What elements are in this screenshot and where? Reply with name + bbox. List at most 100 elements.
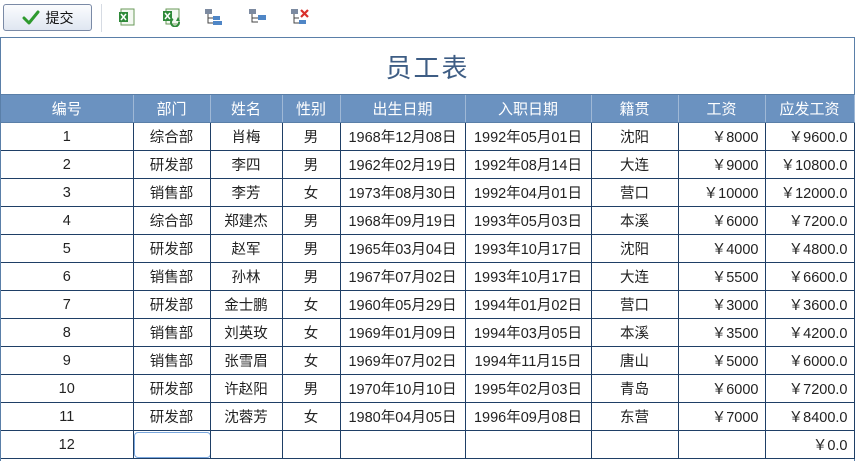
cell-hometown[interactable] [591, 430, 679, 459]
cell-id[interactable]: 5 [1, 234, 134, 263]
cell-id[interactable]: 11 [1, 402, 134, 431]
table-row[interactable]: 5 研发部 赵军男 1965年03月04日 1993年10月17日 沈阳 ￥4000 ￥480… [1, 234, 855, 263]
cell-department[interactable]: 研发部 [133, 234, 211, 263]
cell-gender[interactable]: 女 [282, 318, 341, 347]
cell-hometown[interactable]: 东营 [591, 402, 679, 431]
table-row[interactable]: 7 研发部 金士鹏女 1960年05月29日 1994年01月02日 营口 ￥3000 ￥36… [1, 290, 855, 319]
cell-name[interactable]: 许赵阳 [210, 374, 283, 403]
cell-hometown[interactable]: 唐山 [591, 346, 679, 375]
column-header-payable-salary[interactable]: 应发工资 [765, 95, 855, 123]
table-row[interactable]: 6 销售部 孙林男 1967年07月02日 1993年10月17日 大连 ￥5500 ￥660… [1, 262, 855, 291]
cell-hire-date[interactable]: 1992年04月01日 [465, 178, 592, 207]
cell-birth-date[interactable]: 1980年04月05日 [340, 402, 466, 431]
table-row[interactable]: 1 综合部 肖梅男 1968年12月08日 1992年05月01日 沈阳 ￥8000 ￥960… [1, 122, 855, 151]
cell-name[interactable]: 张雪眉 [210, 346, 283, 375]
cell-hire-date[interactable]: 1993年05月03日 [465, 206, 592, 235]
cell-department[interactable]: 销售部 [133, 262, 211, 291]
cell-id[interactable]: 8 [1, 318, 134, 347]
cell-id[interactable]: 2 [1, 150, 134, 179]
cell-name[interactable]: 郑建杰 [210, 206, 283, 235]
cell-department[interactable] [133, 430, 211, 459]
cell-hometown[interactable]: 营口 [591, 290, 679, 319]
table-row[interactable]: 8 销售部 刘英玫女 1969年01月09日 1994年03月05日 本溪 ￥3500 ￥42… [1, 318, 855, 347]
column-header-department[interactable]: 部门 [133, 95, 211, 123]
cell-name[interactable] [210, 430, 283, 459]
cell-gender[interactable]: 男 [282, 374, 341, 403]
cell-id[interactable]: 12 [1, 430, 134, 459]
cell-hometown[interactable]: 沈阳 [591, 122, 679, 151]
cell-department[interactable]: 综合部 [133, 206, 211, 235]
cell-department[interactable]: 销售部 [133, 318, 211, 347]
cell-birth-date[interactable]: 1970年10月10日 [340, 374, 466, 403]
cell-hometown[interactable]: 本溪 [591, 206, 679, 235]
cell-department[interactable]: 研发部 [133, 290, 211, 319]
cell-birth-date[interactable]: 1968年12月08日 [340, 122, 466, 151]
cell-payable-salary[interactable]: ￥12000.0 [765, 178, 855, 207]
cell-id[interactable]: 9 [1, 346, 134, 375]
table-row[interactable]: 4 综合部 郑建杰男 1968年09月19日 1993年05月03日 本溪 ￥6000 ￥72… [1, 206, 855, 235]
cell-id[interactable]: 6 [1, 262, 134, 291]
cell-hire-date[interactable]: 1993年10月17日 [465, 234, 592, 263]
cell-salary[interactable]: ￥3000 [678, 290, 766, 319]
cell-salary[interactable]: ￥3500 [678, 318, 766, 347]
cell-payable-salary[interactable]: ￥4800.0 [765, 234, 855, 263]
cell-salary[interactable]: ￥4000 [678, 234, 766, 263]
cell-name[interactable]: 孙林 [210, 262, 283, 291]
cell-hire-date[interactable]: 1992年08月14日 [465, 150, 592, 179]
cell-gender[interactable]: 男 [282, 206, 341, 235]
cell-birth-date[interactable]: 1967年07月02日 [340, 262, 466, 291]
cell-gender[interactable]: 男 [282, 262, 341, 291]
cell-payable-salary[interactable]: ￥10800.0 [765, 150, 855, 179]
table-row[interactable]: 11 研发部 沈蓉芳女 1980年04月05日 1996年09月08日 东营 ￥7000 ￥8… [1, 402, 855, 431]
cell-id[interactable]: 10 [1, 374, 134, 403]
cell-hire-date[interactable]: 1995年02月03日 [465, 374, 592, 403]
column-header-birth-date[interactable]: 出生日期 [340, 95, 466, 123]
cell-hometown[interactable]: 沈阳 [591, 234, 679, 263]
cell-salary[interactable]: ￥8000 [678, 122, 766, 151]
cell-id[interactable]: 1 [1, 122, 134, 151]
cell-birth-date[interactable]: 1973年08月30日 [340, 178, 466, 207]
cell-hire-date[interactable]: 1994年11月15日 [465, 346, 592, 375]
cell-payable-salary[interactable]: ￥6600.0 [765, 262, 855, 291]
column-header-gender[interactable]: 性别 [282, 95, 341, 123]
cell-hire-date[interactable]: 1994年03月05日 [465, 318, 592, 347]
cell-gender[interactable]: 男 [282, 234, 341, 263]
column-header-salary[interactable]: 工资 [678, 95, 766, 123]
cell-birth-date[interactable]: 1960年05月29日 [340, 290, 466, 319]
table-row[interactable]: 9 销售部 张雪眉女 1969年07月02日 1994年11月15日 唐山 ￥5000 ￥60… [1, 346, 855, 375]
cell-gender[interactable]: 男 [282, 122, 341, 151]
cell-department[interactable]: 销售部 [133, 178, 211, 207]
cell-hire-date[interactable]: 1994年01月02日 [465, 290, 592, 319]
cell-birth-date[interactable] [340, 430, 466, 459]
cell-gender[interactable]: 男 [282, 150, 341, 179]
cell-name[interactable]: 李四 [210, 150, 283, 179]
cell-salary[interactable]: ￥9000 [678, 150, 766, 179]
cell-payable-salary[interactable]: ￥4200.0 [765, 318, 855, 347]
cell-payable-salary[interactable]: ￥0.0 [765, 430, 855, 459]
column-header-name[interactable]: 姓名 [210, 95, 283, 123]
table-row[interactable]: 3 销售部 李芳女 1973年08月30日 1992年04月01日 营口 ￥10000 ￥12… [1, 178, 855, 207]
cell-payable-salary[interactable]: ￥7200.0 [765, 206, 855, 235]
cell-birth-date[interactable]: 1969年01月09日 [340, 318, 466, 347]
cell-hometown[interactable]: 大连 [591, 150, 679, 179]
cell-name[interactable]: 金士鹏 [210, 290, 283, 319]
cell-salary[interactable]: ￥5500 [678, 262, 766, 291]
excel-export-icon[interactable] [118, 7, 138, 27]
cell-payable-salary[interactable]: ￥8400.0 [765, 402, 855, 431]
cell-department[interactable]: 综合部 [133, 122, 211, 151]
cell-gender[interactable] [282, 430, 341, 459]
cell-salary[interactable] [678, 430, 766, 459]
add-row-icon[interactable] [204, 7, 224, 27]
cell-department[interactable]: 销售部 [133, 346, 211, 375]
cell-payable-salary[interactable]: ￥7200.0 [765, 374, 855, 403]
cell-name[interactable]: 沈蓉芳 [210, 402, 283, 431]
cell-payable-salary[interactable]: ￥3600.0 [765, 290, 855, 319]
cell-hire-date[interactable]: 1993年10月17日 [465, 262, 592, 291]
cell-birth-date[interactable]: 1969年07月02日 [340, 346, 466, 375]
cell-id[interactable]: 7 [1, 290, 134, 319]
cell-hometown[interactable]: 大连 [591, 262, 679, 291]
cell-hire-date[interactable]: 1992年05月01日 [465, 122, 592, 151]
table-row[interactable]: 12 ￥0.0 [1, 430, 855, 459]
cell-gender[interactable]: 女 [282, 290, 341, 319]
cell-name[interactable]: 赵军 [210, 234, 283, 263]
